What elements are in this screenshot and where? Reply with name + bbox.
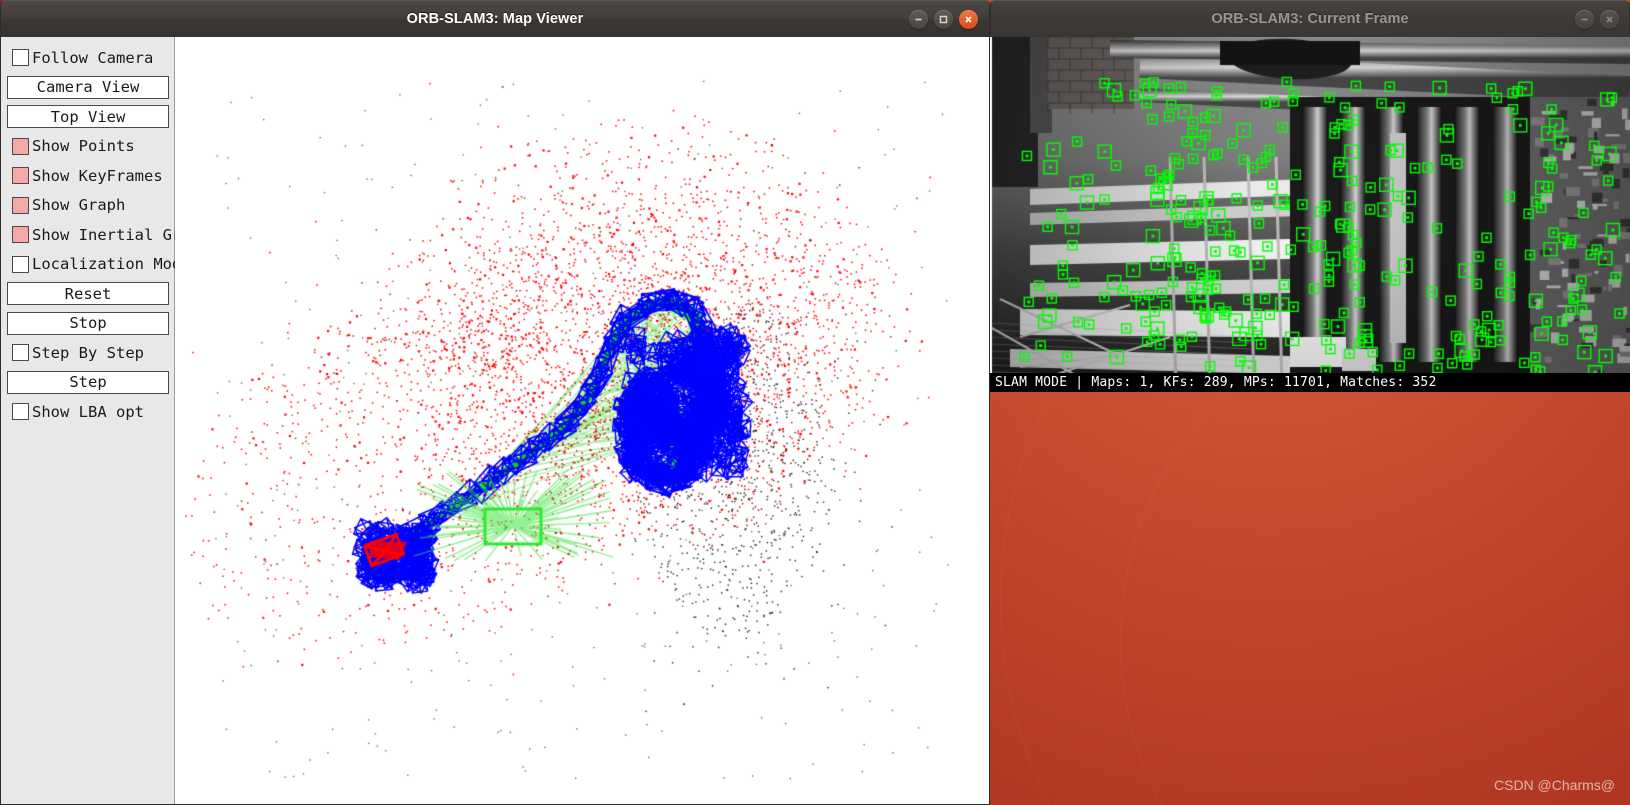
checkbox-label-show-graph: Show Graph [32, 196, 126, 215]
checkbox-row-follow-camera[interactable]: Follow Camera [1, 43, 175, 73]
button-row-camera-view: Camera View [1, 73, 175, 103]
button-step[interactable]: Step [7, 370, 169, 394]
checkbox-row-show-keyframes[interactable]: Show KeyFrames [1, 161, 175, 191]
checkbox-row-localization-mode[interactable]: Localization Mode [1, 250, 191, 280]
map-viewer-control-panel: Follow Camera Camera View Top View Show Poi… [1, 37, 209, 804]
button-row-top-view: Top View [1, 102, 175, 132]
close-icon[interactable] [959, 10, 978, 29]
checkbox-label-show-points: Show Points [32, 137, 135, 156]
checkbox-label-step-by-step: Step By Step [32, 343, 144, 362]
checkbox-show-keyframes[interactable] [12, 167, 29, 185]
checkbox-row-step-by-step[interactable]: Step By Step [1, 338, 175, 368]
button-row-reset: Reset [1, 279, 175, 309]
checkbox-label-show-lba-opt: Show LBA opt [32, 402, 144, 421]
checkbox-row-show-points[interactable]: Show Points [1, 132, 175, 162]
button-camera-view[interactable]: Camera View [7, 75, 169, 99]
current-frame-title: ORB-SLAM3: Current Frame [1211, 11, 1409, 27]
map-viewer-window[interactable]: ORB-SLAM3: Map Viewer Follow Camera Camer… [0, 0, 990, 805]
checkbox-row-show-lba-opt[interactable]: Show LBA opt [1, 397, 175, 427]
close-icon[interactable] [1600, 10, 1619, 29]
current-frame-canvas[interactable] [990, 37, 1630, 392]
checkbox-row-show-graph[interactable]: Show Graph [1, 191, 175, 221]
current-frame-window-buttons[interactable] [1575, 10, 1619, 29]
checkbox-label-localization-mode: Localization Mode [32, 255, 191, 274]
maximize-icon[interactable] [934, 10, 953, 29]
minimize-icon[interactable] [909, 10, 928, 29]
control-panel-items: Follow Camera Camera View Top View Show Poi… [1, 37, 209, 427]
slam-status-bar: SLAM MODE | Maps: 1, KFs: 289, MPs: 1170… [990, 373, 1630, 392]
button-row-stop: Stop [1, 309, 175, 339]
checkbox-show-lba-opt[interactable] [12, 403, 29, 421]
minimize-icon[interactable] [1575, 10, 1594, 29]
checkbox-row-show-inertial-graph[interactable]: Show Inertial Graph [1, 220, 209, 250]
current-frame-body: SLAM MODE | Maps: 1, KFs: 289, MPs: 1170… [990, 37, 1630, 392]
checkbox-show-graph[interactable] [12, 196, 29, 214]
checkbox-follow-camera[interactable] [12, 49, 29, 67]
button-reset[interactable]: Reset [7, 282, 169, 306]
map-viewport[interactable] [175, 37, 989, 804]
map-viewer-window-buttons[interactable] [909, 10, 978, 29]
checkbox-step-by-step[interactable] [12, 344, 29, 362]
map-viewer-title: ORB-SLAM3: Map Viewer [406, 11, 584, 27]
checkbox-label-show-keyframes: Show KeyFrames [32, 166, 163, 185]
current-frame-titlebar[interactable]: ORB-SLAM3: Current Frame [990, 0, 1630, 37]
map-point-cloud-canvas[interactable] [175, 37, 989, 804]
map-viewer-body: Follow Camera Camera View Top View Show Poi… [0, 37, 990, 805]
button-top-view[interactable]: Top View [7, 105, 169, 129]
checkbox-show-points[interactable] [12, 137, 29, 155]
button-stop[interactable]: Stop [7, 311, 169, 335]
checkbox-show-inertial-graph[interactable] [12, 226, 29, 244]
map-viewer-titlebar[interactable]: ORB-SLAM3: Map Viewer [0, 0, 990, 37]
screen: CSDN @Charms@ ORB-SLAM3: Current Frame S… [0, 0, 1630, 805]
current-frame-window[interactable]: ORB-SLAM3: Current Frame SLAM MODE | Map… [990, 0, 1630, 392]
button-row-step: Step [1, 368, 175, 398]
checkbox-localization-mode[interactable] [12, 255, 29, 273]
checkbox-label-follow-camera: Follow Camera [32, 48, 154, 67]
